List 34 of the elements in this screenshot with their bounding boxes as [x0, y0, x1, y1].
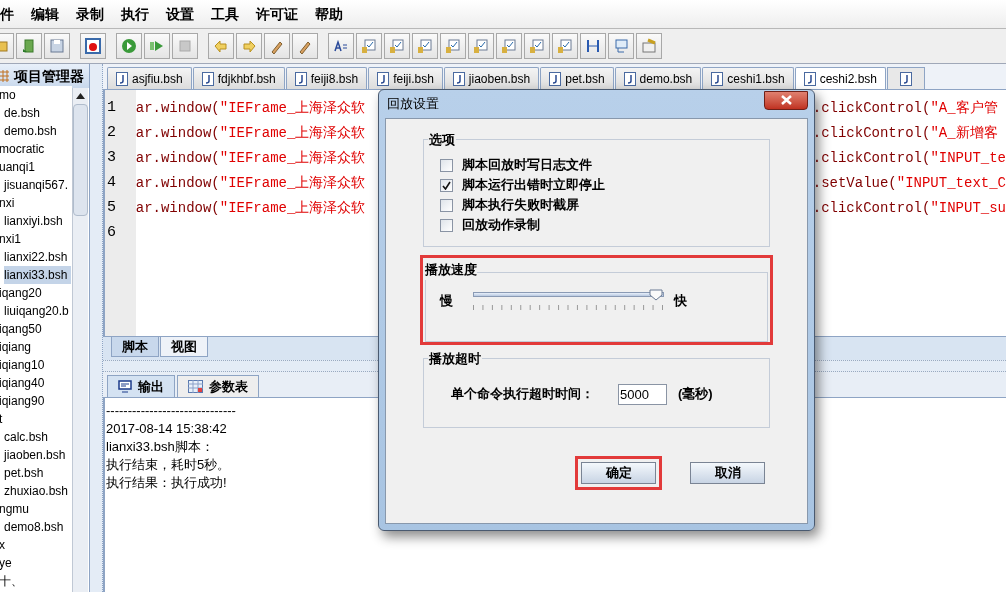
- group-title: 播放速度: [425, 260, 477, 280]
- code-text: ar.window("IEFrame_上海泽众软: [135, 125, 366, 141]
- code-text: .clickControl("A_客户管: [812, 99, 998, 118]
- code-text: .clickControl("INPUT_su: [812, 199, 1006, 218]
- code-text: .clickControl("A_新增客: [812, 124, 998, 143]
- line-number: 5: [107, 198, 117, 218]
- slider-label: 慢: [440, 291, 453, 310]
- group-title: 选项: [428, 130, 456, 150]
- panel-title: 项目管理器: [14, 66, 84, 86]
- unit-label: (毫秒): [678, 385, 713, 404]
- code-text: ar.window("IEFrame_上海泽众软: [135, 100, 366, 116]
- checkbox-label: 脚本运行出错时立即停止: [462, 176, 605, 195]
- checkbox-label: 脚本回放时写日志文件: [462, 156, 592, 175]
- line-number: 6: [107, 223, 117, 243]
- output-line: 执行结果：执行成功!: [106, 474, 227, 492]
- checkbox-label: 脚本执行失败时截屏: [462, 196, 579, 215]
- line-number: 1: [107, 98, 117, 118]
- output-line: 2017-08-14 15:38:42: [106, 420, 227, 438]
- line-number: 2: [107, 123, 117, 143]
- group-title: 播放超时: [428, 349, 482, 369]
- code-text: .clickControl("INPUT_te: [812, 149, 1006, 168]
- output-line: lianxi33.bsh脚本：: [106, 438, 214, 456]
- field-label: 单个命令执行超时时间：: [451, 385, 594, 404]
- output-line: ------------------------------: [106, 402, 236, 420]
- code-text: ar.window("IEFrame_上海泽众软: [135, 175, 366, 191]
- line-number: 4: [107, 173, 117, 193]
- checkbox-label: 回放动作录制: [462, 216, 540, 235]
- output-line: 执行结束，耗时5秒。: [106, 456, 231, 474]
- code-text: ar.window("IEFrame_上海泽众软: [135, 150, 366, 166]
- code-text: ar.window("IEFrame_上海泽众软: [135, 200, 366, 216]
- dialog-title: 回放设置: [386, 95, 439, 114]
- line-number: 3: [107, 148, 117, 168]
- slider-label: 快: [674, 291, 687, 310]
- code-text: .setValue("INPUT_text_C: [812, 174, 1006, 193]
